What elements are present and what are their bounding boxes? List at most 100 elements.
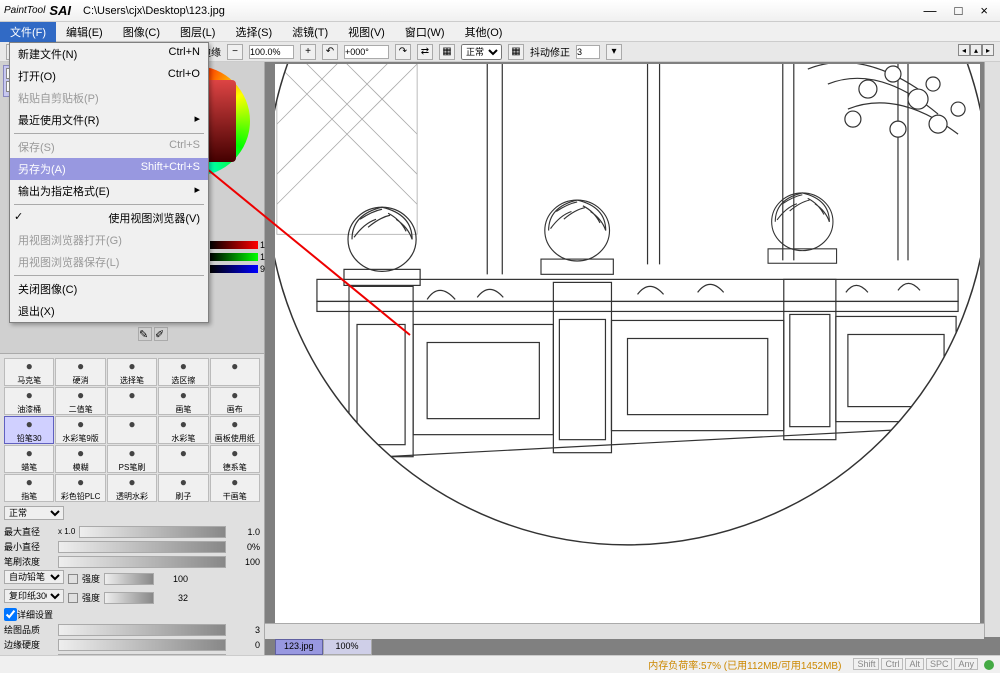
brush-5[interactable]: 油漆桶 [4, 387, 54, 415]
nav-left-icon[interactable]: ◂ [958, 44, 970, 56]
brush-17[interactable]: PS笔刷 [107, 445, 157, 473]
min-dens-slider[interactable] [58, 654, 226, 656]
brush-15[interactable]: 蜡笔 [4, 445, 54, 473]
brush-9[interactable]: 画布 [210, 387, 260, 415]
nav-up-icon[interactable]: ▴ [970, 44, 982, 56]
brush-21[interactable]: 彩色铅PLC [55, 474, 105, 502]
memory-status: 内存负荷率:57% (已用112MB/可用1452MB) [648, 657, 841, 672]
menu-item[interactable]: 另存为(A)Shift+Ctrl+S [10, 158, 208, 180]
texture1-icon[interactable] [68, 574, 78, 584]
brush-16[interactable]: 模糊 [55, 445, 105, 473]
brush-13[interactable]: 水彩笔 [158, 416, 208, 444]
strength1-value: 100 [158, 574, 188, 584]
texture2-icon[interactable] [68, 593, 78, 603]
brush-20[interactable]: 指笔 [4, 474, 54, 502]
detail-checkbox[interactable] [4, 608, 17, 621]
rotate-cw-button[interactable]: ↷ [395, 44, 411, 60]
brush-23[interactable]: 刷子 [158, 474, 208, 502]
green-slider[interactable] [210, 253, 258, 261]
brush-0[interactable]: 马克笔 [4, 358, 54, 386]
zoom-in-button[interactable]: + [300, 44, 316, 60]
strength1-slider[interactable] [104, 573, 154, 585]
quality-value: 3 [230, 625, 260, 635]
red-slider[interactable] [210, 241, 258, 249]
modifier-keys: ShiftCtrlAltSPCAny [851, 659, 978, 670]
min-size-value: 0% [230, 542, 260, 552]
brush-7[interactable] [107, 387, 157, 415]
rotate-ccw-button[interactable]: ↶ [322, 44, 338, 60]
menu-3[interactable]: 图层(L) [170, 22, 225, 42]
brush-24[interactable]: 干画笔 [210, 474, 260, 502]
canvas[interactable] [275, 64, 980, 625]
menu-item[interactable]: 使用视图浏览器(V) [10, 207, 208, 229]
stabilizer-field[interactable] [576, 45, 600, 59]
quality-slider[interactable] [58, 624, 226, 636]
menu-4[interactable]: 选择(S) [225, 22, 282, 42]
brush-mode-select[interactable]: 正常 [4, 506, 64, 520]
menu-6[interactable]: 视图(V) [338, 22, 395, 42]
menu-item[interactable]: 输出为指定格式(E) [10, 180, 208, 202]
document-tabs: 123.jpg 100% [275, 639, 372, 655]
density-value: 100 [230, 557, 260, 567]
brush-12[interactable] [107, 416, 157, 444]
zoom-out-button[interactable]: − [227, 44, 243, 60]
min-size-slider[interactable] [58, 541, 226, 553]
vertical-scrollbar[interactable] [984, 62, 1000, 637]
brush-11[interactable]: 水彩笔9版 [55, 416, 105, 444]
stabilizer-icon[interactable]: ▦ [508, 44, 524, 60]
menu-1[interactable]: 编辑(E) [56, 22, 113, 42]
brush-18[interactable] [158, 445, 208, 473]
canvas-area: 123.jpg 100% [265, 62, 1000, 655]
blend-mode-select[interactable]: 正常 [461, 44, 502, 60]
strength2-slider[interactable] [104, 592, 154, 604]
brush-2[interactable]: 选择笔 [107, 358, 157, 386]
document-tab[interactable]: 123.jpg [275, 639, 323, 655]
brush-1[interactable]: 硬消 [55, 358, 105, 386]
menu-item[interactable]: 退出(X) [10, 300, 208, 322]
flip-button[interactable]: ⇄ [417, 44, 433, 60]
stabilizer-opts[interactable]: ▾ [606, 44, 622, 60]
edge-hard-slider[interactable] [58, 639, 226, 651]
menu-5[interactable]: 滤镜(T) [282, 22, 338, 42]
horizontal-scrollbar[interactable] [265, 623, 984, 639]
max-size-slider[interactable] [79, 526, 226, 538]
min-size-label: 最小直径 [4, 540, 54, 553]
min-dens-label: 最小浓度 [4, 653, 54, 655]
mode-button[interactable]: ▦ [439, 44, 455, 60]
edge-hard-value: 0 [230, 640, 260, 650]
filepath: C:\Users\cjx\Desktop\123.jpg [83, 5, 225, 17]
brush-4[interactable] [210, 358, 260, 386]
brush-10[interactable]: 铅笔30 [4, 416, 54, 444]
tool-pencil-icon[interactable]: ✐ [154, 327, 168, 341]
titlebar: PaintTool SAI C:\Users\cjx\Desktop\123.j… [0, 0, 1000, 22]
brush-22[interactable]: 透明水彩 [107, 474, 157, 502]
brush-6[interactable]: 二值笔 [55, 387, 105, 415]
blue-slider[interactable] [210, 265, 258, 273]
file-menu-dropdown: 新建文件(N)Ctrl+N打开(O)Ctrl+O粘贴自剪贴板(P)最近使用文件(… [9, 42, 209, 323]
menu-item[interactable]: 新建文件(N)Ctrl+N [10, 43, 208, 65]
tool-eraser-icon[interactable]: ✎ [138, 327, 152, 341]
menu-0[interactable]: 文件(F) [0, 22, 56, 42]
menu-8[interactable]: 其他(O) [455, 22, 513, 42]
max-size-label: 最大直径 [4, 525, 54, 538]
brush-3[interactable]: 选区擦 [158, 358, 208, 386]
close-button[interactable]: × [980, 3, 988, 18]
brush-14[interactable]: 画板使用纸 [210, 416, 260, 444]
menu-item[interactable]: 最近使用文件(R) [10, 109, 208, 131]
texture1-select[interactable]: 自动铅笔 [4, 570, 64, 584]
zoom-field[interactable] [249, 45, 294, 59]
nav-right-icon[interactable]: ▸ [982, 44, 994, 56]
brush-8[interactable]: 画笔 [158, 387, 208, 415]
brush-19[interactable]: 德系笔 [210, 445, 260, 473]
rotation-field[interactable] [344, 45, 389, 59]
menu-item[interactable]: 关闭图像(C) [10, 278, 208, 300]
menu-item: 粘贴自剪贴板(P) [10, 87, 208, 109]
texture2-select[interactable]: 复印纸300 [4, 589, 64, 603]
menu-item[interactable]: 打开(O)Ctrl+O [10, 65, 208, 87]
menu-2[interactable]: 图像(C) [113, 22, 170, 42]
minimize-button[interactable]: — [924, 3, 937, 18]
menu-7[interactable]: 窗口(W) [395, 22, 455, 42]
status-indicator-icon [984, 660, 994, 670]
density-slider[interactable] [58, 556, 226, 568]
maximize-button[interactable]: □ [955, 3, 963, 18]
